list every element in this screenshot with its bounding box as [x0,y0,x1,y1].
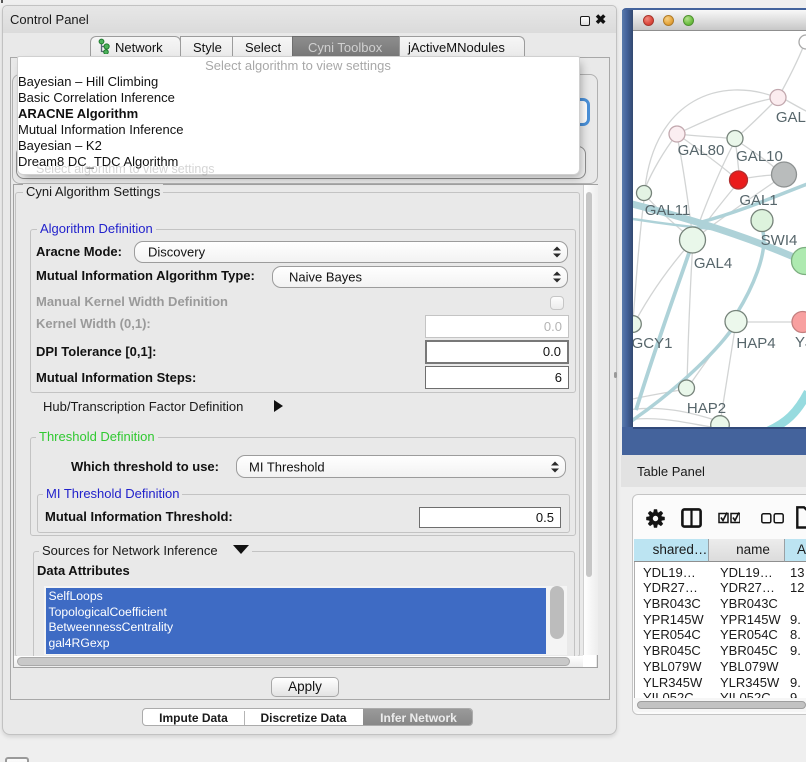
svg-text:GAL10: GAL10 [736,148,783,165]
svg-text:GAL2: GAL2 [776,109,806,126]
svg-text:GAL1: GAL1 [739,192,777,209]
svg-text:HAP4: HAP4 [736,335,775,352]
svg-text:GCY1: GCY1 [633,335,672,352]
svg-text:HAP2: HAP2 [687,400,726,417]
svg-text:SWI4: SWI4 [761,232,798,249]
svg-text:YJL21: YJL21 [795,334,806,351]
svg-text:GAL4: GAL4 [694,255,732,272]
svg-text:GAL11: GAL11 [645,202,691,219]
svg-text:GAL80: GAL80 [678,142,725,159]
